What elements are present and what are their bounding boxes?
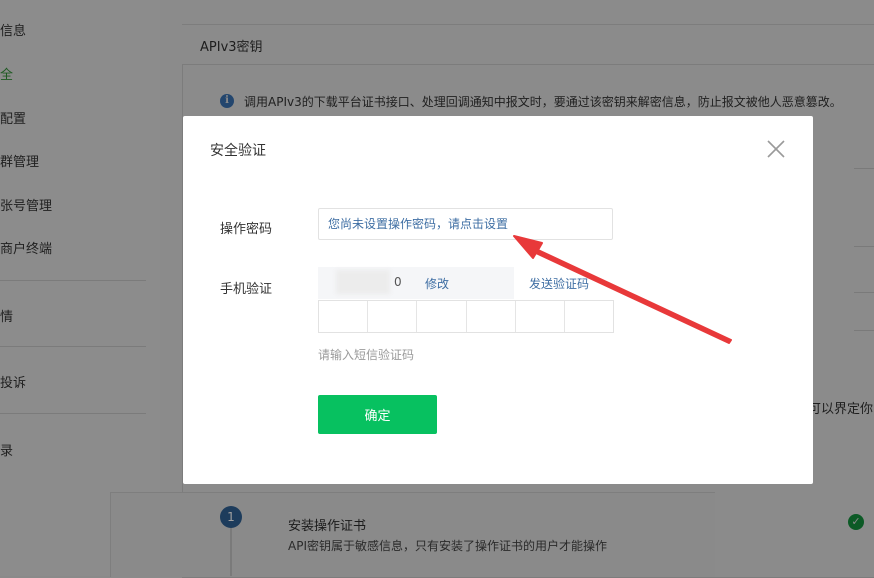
sidebar-item-security[interactable]: 全: [0, 64, 13, 83]
code-digit-cell[interactable]: [467, 301, 516, 332]
info-text: 调用APIv3的下载平台证书接口、处理回调通知中报文时，要通过该密钥来解密信息，…: [244, 95, 842, 109]
sidebar-item-group-management[interactable]: 群管理: [0, 151, 39, 170]
sms-code-input[interactable]: [318, 300, 614, 333]
phone-number-display: 0 修改: [318, 267, 514, 299]
check-circle-icon: ✓: [848, 514, 864, 530]
security-verification-dialog: 安全验证 操作密码 您尚未设置操作密码，请点击设置 手机验证 0 修改 发送验证…: [183, 116, 813, 484]
sidebar-item-records[interactable]: 录: [0, 440, 13, 459]
divider: [854, 330, 874, 331]
code-digit-cell[interactable]: [565, 301, 613, 332]
code-digit-cell[interactable]: [417, 301, 467, 332]
phone-number-suffix: 0: [394, 275, 402, 289]
code-digit-cell[interactable]: [368, 301, 418, 332]
sidebar-item-info[interactable]: 信息: [0, 20, 26, 39]
divider: [854, 246, 874, 247]
sms-code-hint: 请输入短信验证码: [318, 348, 415, 362]
phone-label: 手机验证: [220, 282, 273, 297]
password-label: 操作密码: [220, 222, 273, 237]
sidebar-item-complaints[interactable]: 投诉: [0, 372, 26, 391]
section-title: APIv3密钥: [200, 40, 263, 55]
sidebar-item-apply[interactable]: 情: [0, 306, 13, 325]
sidebar-divider: [0, 346, 146, 347]
phone-number-redaction: [336, 270, 390, 294]
sidebar-divider: [0, 413, 146, 414]
step-connector: [230, 528, 232, 576]
sidebar-divider: [0, 280, 146, 281]
sidebar-item-account-management[interactable]: 张号管理: [0, 195, 52, 214]
background-text-snippet: 可以界定你: [808, 402, 874, 417]
divider: [854, 168, 874, 169]
divider: [854, 292, 874, 293]
modify-phone-link[interactable]: 修改: [425, 275, 449, 292]
dialog-title: 安全验证: [210, 143, 266, 159]
confirm-button[interactable]: 确定: [318, 395, 437, 434]
step-card: [110, 492, 715, 577]
set-password-field[interactable]: 您尚未设置操作密码，请点击设置: [318, 208, 613, 240]
step-title: 安装操作证书: [288, 519, 367, 534]
code-digit-cell[interactable]: [516, 301, 565, 332]
step-number-badge: 1: [220, 506, 242, 528]
sidebar-item-merchant-terminal[interactable]: 商户终端: [0, 238, 52, 257]
close-icon[interactable]: [765, 138, 787, 160]
info-icon: i: [220, 94, 234, 108]
sidebar-item-config[interactable]: 配置: [0, 108, 26, 127]
send-code-button[interactable]: 发送验证码: [529, 275, 589, 292]
header-divider: [182, 24, 874, 25]
sidebar: 信息 全 配置 群管理 张号管理 商户终端 情 投诉 录: [0, 0, 160, 576]
step-description: API密钥属于敏感信息，只有安装了操作证书的用户才能操作: [288, 539, 607, 553]
code-digit-cell[interactable]: [319, 301, 369, 332]
